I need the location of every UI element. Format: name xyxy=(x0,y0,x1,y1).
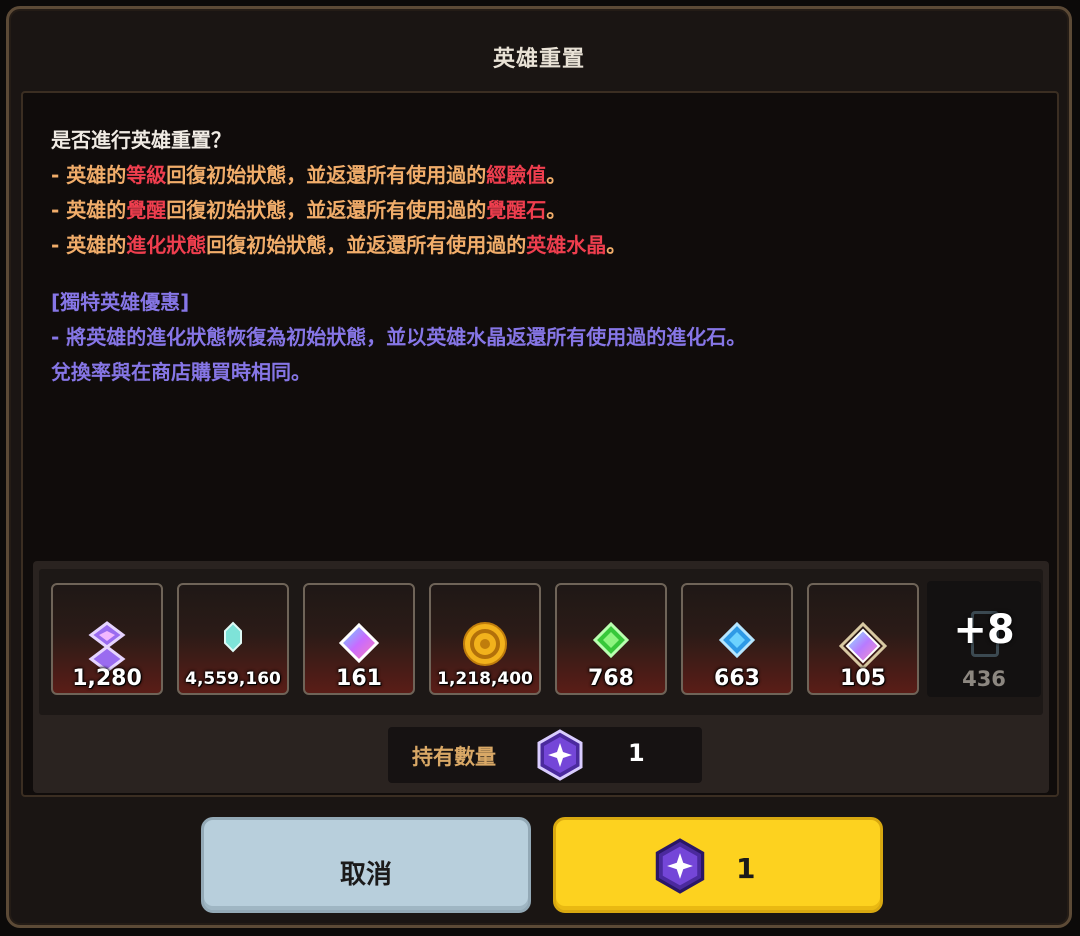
text-segment: 。 xyxy=(546,163,567,187)
cancel-button[interactable]: 取消 xyxy=(201,817,531,913)
more-items-count: +8 xyxy=(953,607,1015,653)
text-segment: 回復初始狀態，並返還所有使用過的 xyxy=(206,233,527,257)
owned-value: 1 xyxy=(628,739,645,767)
item-quantity: 4,559,160 xyxy=(185,669,281,689)
highlight-awaken-stone: 覺醒石 xyxy=(486,198,547,222)
item-quantity: 663 xyxy=(714,666,760,691)
reward-item[interactable]: 161 xyxy=(303,583,415,695)
highlight-awaken: 覺醒 xyxy=(126,198,167,222)
confirm-cost-value: 1 xyxy=(736,852,756,885)
hero-crystal-icon xyxy=(655,838,705,894)
more-items-button[interactable]: +8 436 xyxy=(927,581,1041,697)
text-segment: 回復初始狀態，並返還所有使用過的 xyxy=(166,198,487,222)
reset-question: 是否進行英雄重置？ xyxy=(51,128,231,152)
highlight-exp: 經驗值 xyxy=(486,163,547,187)
item-quantity: 1,280 xyxy=(72,666,142,691)
text-segment: - 英雄的 xyxy=(51,163,127,187)
highlight-level: 等級 xyxy=(126,163,167,187)
hero-reset-dialog: 英雄重置 是否進行英雄重置？ - 英雄的等級回復初始狀態，並返還所有使用過的經驗… xyxy=(6,6,1072,928)
green-gem-icon xyxy=(592,621,630,659)
hero-crystal-icon xyxy=(537,729,583,781)
reward-item[interactable]: 768 xyxy=(555,583,667,695)
item-quantity: 768 xyxy=(588,666,634,691)
reward-item[interactable]: 1,218,400 xyxy=(429,583,541,695)
gold-coin-icon xyxy=(463,622,507,666)
item-quantity: 161 xyxy=(336,666,382,691)
description-line-evolution: - 英雄的進化狀態回復初始狀態，並返還所有使用過的英雄水晶。 xyxy=(51,228,746,263)
reward-item[interactable]: 105 xyxy=(807,583,919,695)
reward-item[interactable]: 1,280 xyxy=(51,583,163,695)
text-segment: 。 xyxy=(606,233,627,257)
description-text: 是否進行英雄重置？ - 英雄的等級回復初始狀態，並返還所有使用過的經驗值。 - … xyxy=(51,123,746,390)
dialog-title: 英雄重置 xyxy=(492,47,585,72)
confirm-reset-button[interactable]: 1 xyxy=(553,817,883,913)
reward-item[interactable]: 4,559,160 xyxy=(177,583,289,695)
highlight-evolution: 進化狀態 xyxy=(126,233,207,257)
owned-quantity-bar: 持有數量 1 xyxy=(388,727,702,783)
prism-stone-icon xyxy=(838,621,888,671)
item-quantity: 105 xyxy=(840,666,886,691)
bonus-line: 兌換率與在商店購買時相同。 xyxy=(51,360,311,384)
more-items-quantity: 436 xyxy=(962,667,1006,691)
description-line-awaken: - 英雄的覺醒回復初始狀態，並返還所有使用過的覺醒石。 xyxy=(51,193,746,228)
item-quantity: 1,218,400 xyxy=(437,669,533,689)
rainbow-gem-icon xyxy=(338,622,380,664)
text-segment: 。 xyxy=(546,198,567,222)
description-line-level: - 英雄的等級回復初始狀態，並返還所有使用過的經驗值。 xyxy=(51,158,746,193)
dialog-content: 是否進行英雄重置？ - 英雄的等級回復初始狀態，並返還所有使用過的經驗值。 - … xyxy=(21,91,1059,797)
bonus-title: [獨特英雄優惠] xyxy=(51,290,190,314)
highlight-hero-crystal: 英雄水晶 xyxy=(526,233,607,257)
cancel-button-label: 取消 xyxy=(339,860,392,890)
reward-item-list: 1,280 4,559,160 161 1,218,400 768 663 10… xyxy=(39,569,1043,715)
text-segment: - 英雄的 xyxy=(51,233,127,257)
owned-label: 持有數量 xyxy=(412,745,496,769)
reward-item[interactable]: 663 xyxy=(681,583,793,695)
text-segment: - 英雄的 xyxy=(51,198,127,222)
blue-gem-icon xyxy=(718,621,756,659)
text-segment: 回復初始狀態，並返還所有使用過的 xyxy=(166,163,487,187)
rewards-panel: 1,280 4,559,160 161 1,218,400 768 663 10… xyxy=(33,561,1049,793)
cyan-crystal-icon xyxy=(224,621,242,653)
bonus-line: - 將英雄的進化狀態恢復為初始狀態，並以英雄水晶返還所有使用過的進化石。 xyxy=(51,325,747,349)
